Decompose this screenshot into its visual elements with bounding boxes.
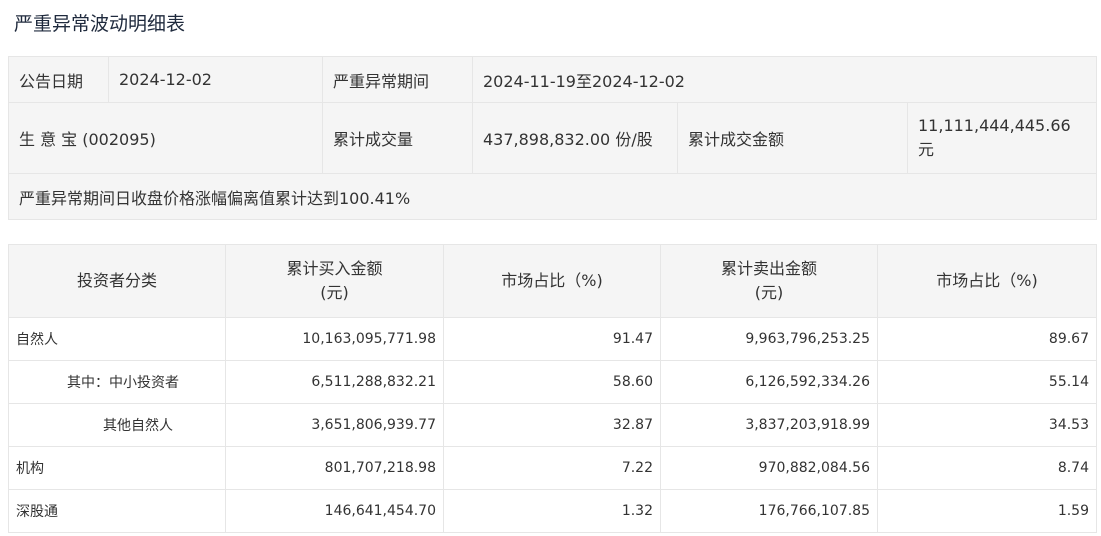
category-cell: 机构	[8, 446, 226, 490]
sell-amount-cell: 176,766,107.85	[660, 489, 878, 533]
summary-row-note: 严重异常期间日收盘价格涨幅偏离值累计达到100.41%	[8, 173, 1097, 220]
summary-row-dates: 公告日期 2024-12-02 严重异常期间 2024-11-19至2024-1…	[8, 56, 1097, 103]
announce-date-label: 公告日期	[8, 56, 109, 103]
table-row: 自然人 10,163,095,771.98 91.47 9,963,796,25…	[8, 317, 1097, 361]
buy-share-cell: 7.22	[443, 446, 661, 490]
sell-share-cell: 1.59	[877, 489, 1097, 533]
table-row: 其他自然人 3,651,806,939.77 32.87 3,837,203,9…	[8, 403, 1097, 447]
table-row: 深股通 146,641,454.70 1.32 176,766,107.85 1…	[8, 489, 1097, 533]
sell-share-cell: 55.14	[877, 360, 1097, 404]
summary-table: 公告日期 2024-12-02 严重异常期间 2024-11-19至2024-1…	[8, 56, 1097, 220]
sell-amount-cell: 3,837,203,918.99	[660, 403, 878, 447]
sell-share-cell: 34.53	[877, 403, 1097, 447]
header-cumulative-sell: 累计卖出金额 (元)	[660, 244, 878, 318]
header-cumulative-buy: 累计买入金额 (元)	[225, 244, 444, 318]
announce-date-value: 2024-12-02	[108, 56, 323, 103]
category-cell: 其中：中小投资者	[8, 360, 226, 404]
header-sell-unit: (元)	[754, 283, 784, 302]
buy-share-cell: 91.47	[443, 317, 661, 361]
detail-header-row: 投资者分类 累计买入金额 (元) 市场占比（%) 累计卖出金额 (元) 市场占比…	[8, 244, 1097, 318]
header-buy-market-share: 市场占比（%)	[443, 244, 661, 318]
buy-amount-cell: 6,511,288,832.21	[225, 360, 444, 404]
buy-share-cell: 58.60	[443, 360, 661, 404]
header-buy-title: 累计买入金额	[286, 259, 383, 278]
deviation-note: 严重异常期间日收盘价格涨幅偏离值累计达到100.41%	[8, 173, 1097, 220]
sell-amount-cell: 970,882,084.56	[660, 446, 878, 490]
table-row: 机构 801,707,218.98 7.22 970,882,084.56 8.…	[8, 446, 1097, 490]
stock-name: 生 意 宝 (002095)	[8, 102, 323, 174]
table-row: 其中：中小投资者 6,511,288,832.21 58.60 6,126,59…	[8, 360, 1097, 404]
header-buy-unit: (元)	[320, 283, 349, 302]
category-cell: 自然人	[8, 317, 226, 361]
sell-amount-cell: 6,126,592,334.26	[660, 360, 878, 404]
buy-amount-cell: 146,641,454.70	[225, 489, 444, 533]
sell-share-cell: 8.74	[877, 446, 1097, 490]
cumulative-volume-label: 累计成交量	[322, 102, 473, 174]
summary-row-volume: 生 意 宝 (002095) 累计成交量 437,898,832.00 份/股 …	[8, 102, 1097, 174]
buy-amount-cell: 3,651,806,939.77	[225, 403, 444, 447]
buy-amount-cell: 10,163,095,771.98	[225, 317, 444, 361]
sell-share-cell: 89.67	[877, 317, 1097, 361]
page-title: 严重异常波动明细表	[14, 13, 186, 35]
cumulative-amount-label: 累计成交金额	[677, 102, 908, 174]
buy-share-cell: 32.87	[443, 403, 661, 447]
header-investor-category: 投资者分类	[8, 244, 226, 318]
cumulative-amount-value: 11,111,444,445.66元	[907, 102, 1097, 174]
cumulative-volume-value: 437,898,832.00 份/股	[472, 102, 678, 174]
buy-amount-cell: 801,707,218.98	[225, 446, 444, 490]
header-sell-title: 累计卖出金额	[720, 259, 817, 278]
buy-share-cell: 1.32	[443, 489, 661, 533]
investor-detail-table: 投资者分类 累计买入金额 (元) 市场占比（%) 累计卖出金额 (元) 市场占比…	[8, 244, 1097, 533]
abnormal-period-value: 2024-11-19至2024-12-02	[472, 56, 1097, 103]
abnormal-period-label: 严重异常期间	[322, 56, 473, 103]
sell-amount-cell: 9,963,796,253.25	[660, 317, 878, 361]
category-cell: 其他自然人	[8, 403, 226, 447]
category-cell: 深股通	[8, 489, 226, 533]
header-sell-market-share: 市场占比（%)	[877, 244, 1097, 318]
